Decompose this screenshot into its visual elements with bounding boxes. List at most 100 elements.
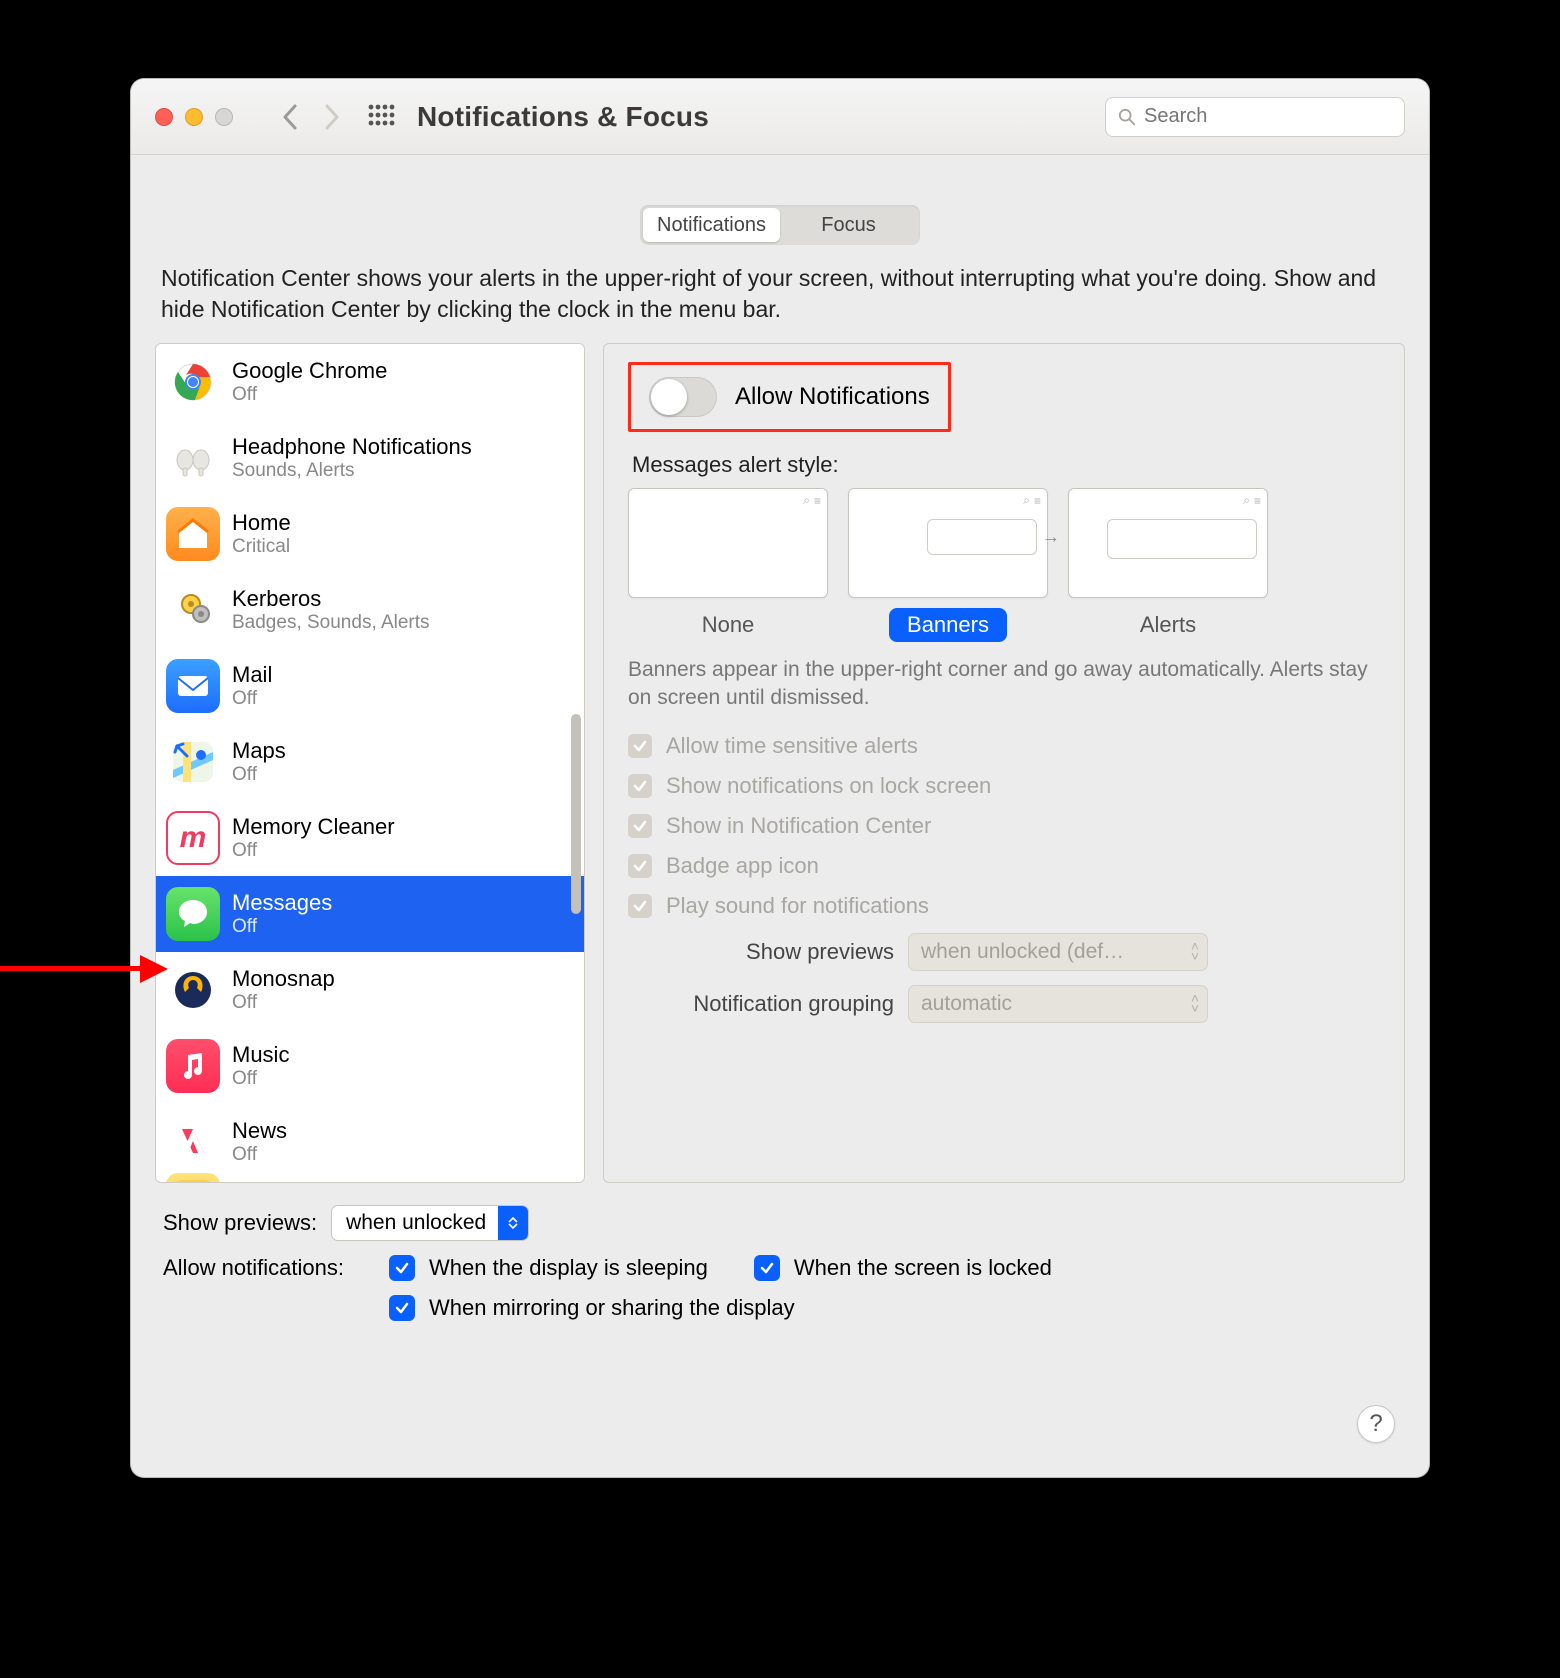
show-previews-value: when unlocked (def… [921, 940, 1124, 964]
label-sound: Play sound for notifications [666, 893, 929, 919]
label-badge: Badge app icon [666, 853, 819, 879]
tab-bar: Notifications Focus [640, 205, 920, 245]
app-row-kerberos[interactable]: KerberosBadges, Sounds, Alerts [156, 572, 584, 648]
notification-grouping-value: automatic [921, 992, 1012, 1016]
app-row-news[interactable]: NewsOff [156, 1104, 584, 1180]
search-icon [1118, 108, 1136, 126]
app-status: Off [232, 993, 335, 1014]
memory-icon: m [166, 811, 220, 865]
checkbox-screen-locked[interactable] [754, 1255, 780, 1281]
headphones-icon [166, 431, 220, 485]
maps-icon [166, 735, 220, 789]
tab-focus[interactable]: Focus [780, 208, 917, 242]
notification-grouping-select[interactable]: automatic ˄˅ [908, 985, 1208, 1023]
search-icon: ⌕ [803, 493, 810, 508]
search-field[interactable] [1105, 97, 1405, 137]
alert-style-banners[interactable]: ⌕≡ → [848, 488, 1048, 598]
minimize-window-button[interactable] [185, 108, 203, 126]
app-name: Monosnap [232, 967, 335, 991]
notification-grouping-label: Notification grouping [628, 991, 908, 1017]
app-status: Critical [232, 537, 291, 558]
menu-icon: ≡ [814, 494, 821, 508]
app-name: Music [232, 1043, 289, 1067]
news-icon [166, 1115, 220, 1169]
description-text: Notification Center shows your alerts in… [161, 263, 1399, 325]
app-row-headphones[interactable]: Headphone NotificationsSounds, Alerts [156, 420, 584, 496]
home-icon [166, 507, 220, 561]
checkbox-notification-center[interactable] [628, 814, 652, 838]
alert-style-none[interactable]: ⌕≡ [628, 488, 828, 598]
allow-notifications-toggle[interactable] [649, 377, 717, 417]
app-name: Google Chrome [232, 359, 387, 383]
monosnap-icon [166, 963, 220, 1017]
zoom-window-button[interactable] [215, 108, 233, 126]
checkbox-mirroring[interactable] [389, 1295, 415, 1321]
notes-icon [166, 1173, 220, 1182]
app-name: Messages [232, 891, 332, 915]
app-row-mail[interactable]: MailOff [156, 648, 584, 724]
chevron-updown-icon [498, 1206, 528, 1240]
label-display-sleeping: When the display is sleeping [429, 1255, 708, 1281]
checkbox-sound[interactable] [628, 894, 652, 918]
alert-style-banners-label: Banners [889, 608, 1007, 642]
app-status: Off [232, 765, 286, 786]
scrollbar-thumb[interactable] [571, 714, 581, 914]
label-lock-screen: Show notifications on lock screen [666, 773, 991, 799]
app-status: Off [232, 1069, 289, 1090]
alert-style-alerts[interactable]: ⌕≡ [1068, 488, 1268, 598]
app-row-notes[interactable]: Notes [156, 1180, 584, 1182]
label-time-sensitive: Allow time sensitive alerts [666, 733, 918, 759]
app-status: Off [232, 917, 332, 938]
show-previews-select[interactable]: when unlocked (def… ˄˅ [908, 933, 1208, 971]
global-options: Show previews: when unlocked Allow notif… [155, 1183, 1405, 1321]
back-button[interactable] [269, 96, 311, 138]
app-name: Home [232, 511, 291, 535]
menu-icon: ≡ [1254, 494, 1261, 508]
app-list[interactable]: Google ChromeOffHeadphone NotificationsS… [155, 343, 585, 1183]
notification-options: Allow time sensitive alerts Show notific… [628, 733, 1380, 919]
app-row-messages[interactable]: MessagesOff [156, 876, 584, 952]
label-mirroring: When mirroring or sharing the display [429, 1295, 795, 1321]
messages-icon [166, 887, 220, 941]
app-row-home[interactable]: HomeCritical [156, 496, 584, 572]
app-row-maps[interactable]: MapsOff [156, 724, 584, 800]
app-status: Off [232, 385, 387, 406]
alert-style-none-label: None [684, 608, 773, 642]
checkbox-time-sensitive[interactable] [628, 734, 652, 758]
label-screen-locked: When the screen is locked [794, 1255, 1052, 1281]
menu-icon: ≡ [1034, 494, 1041, 508]
app-row-chrome[interactable]: Google ChromeOff [156, 344, 584, 420]
search-icon: ⌕ [1023, 493, 1030, 508]
chrome-icon [166, 355, 220, 409]
show-all-button[interactable] [367, 103, 395, 131]
app-row-music[interactable]: MusicOff [156, 1028, 584, 1104]
app-name: Kerberos [232, 587, 430, 611]
music-icon [166, 1039, 220, 1093]
allow-notifications-highlight: Allow Notifications [628, 362, 951, 432]
help-button[interactable]: ? [1357, 1405, 1395, 1443]
search-input[interactable] [1144, 105, 1392, 128]
app-name: Memory Cleaner [232, 815, 395, 839]
search-icon: ⌕ [1243, 493, 1250, 508]
checkbox-lock-screen[interactable] [628, 774, 652, 798]
label-notification-center: Show in Notification Center [666, 813, 931, 839]
app-status: Off [232, 1145, 287, 1166]
app-row-monosnap[interactable]: MonosnapOff [156, 952, 584, 1028]
window-title: Notifications & Focus [417, 101, 709, 133]
allow-notifications-label: Allow Notifications [735, 383, 930, 411]
arrow-right-icon: → [1042, 527, 1060, 548]
titlebar: Notifications & Focus [131, 79, 1429, 155]
app-status: Off [232, 841, 395, 862]
close-window-button[interactable] [155, 108, 173, 126]
app-row-memory[interactable]: m Memory CleanerOff [156, 800, 584, 876]
allow-notifications-label: Allow notifications: [163, 1255, 375, 1281]
checkbox-display-sleeping[interactable] [389, 1255, 415, 1281]
alert-style-help: Banners appear in the upper-right corner… [628, 656, 1380, 713]
global-show-previews-select[interactable]: when unlocked [331, 1205, 529, 1241]
forward-button[interactable] [311, 96, 353, 138]
checkbox-badge[interactable] [628, 854, 652, 878]
app-status: Badges, Sounds, Alerts [232, 613, 430, 634]
app-status: Sounds, Alerts [232, 461, 472, 482]
app-name: Headphone Notifications [232, 435, 472, 459]
tab-notifications[interactable]: Notifications [643, 208, 780, 242]
